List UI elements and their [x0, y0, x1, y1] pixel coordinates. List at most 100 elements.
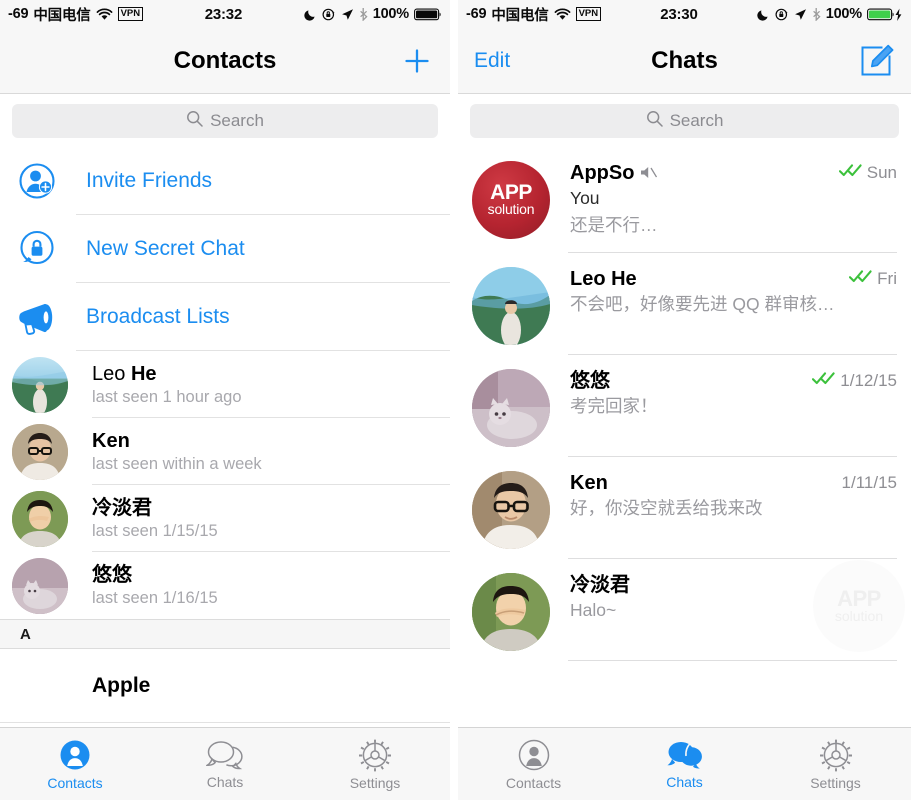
- action-new-secret-chat[interactable]: New Secret Chat: [0, 215, 450, 283]
- action-label: Broadcast Lists: [86, 305, 230, 328]
- contact-row-youyou[interactable]: 悠悠 last seen 1/16/15: [0, 552, 450, 619]
- chat-row-youyou[interactable]: 悠悠 1/12/15 考完回家！: [458, 355, 911, 457]
- status-bar-center-group: 23:32: [143, 6, 304, 23]
- tab-bar-right: Contacts Chats Settings: [458, 727, 911, 800]
- chat-body: 冷淡君 1/9/15 Halo~: [570, 573, 897, 661]
- chat-meta: 1/9/15: [821, 573, 897, 595]
- contact-status: last seen within a week: [92, 454, 262, 473]
- read-receipt-icon: [812, 371, 836, 391]
- chat-row-leo-he[interactable]: Leo He Fri 不会吧，好像要先进 QQ 群审核…: [458, 253, 911, 355]
- left-phone-contacts-screen: -69 中国电信 VPN 23:32 100% Contacts Search …: [0, 0, 450, 800]
- avatar: [472, 369, 550, 447]
- avatar: [12, 490, 68, 547]
- tab-chats[interactable]: Chats: [609, 739, 760, 790]
- chat-name: Leo He: [570, 268, 637, 290]
- chat-header: 悠悠 1/12/15: [570, 369, 897, 393]
- vpn-badge: VPN: [117, 7, 144, 21]
- add-contact-button[interactable]: [400, 44, 434, 78]
- chat-row-ken[interactable]: Ken 1/11/15 好，你没空就丢给我来改: [458, 457, 911, 559]
- avatar: [472, 573, 550, 651]
- contact-name: 冷淡君: [92, 496, 152, 519]
- megaphone-icon: [14, 299, 60, 335]
- gear-icon: [819, 739, 852, 771]
- lock-bubble-icon: [14, 229, 60, 269]
- contact-row-apple[interactable]: Apple: [0, 649, 450, 723]
- tab-label: Chats: [206, 773, 244, 790]
- mute-icon: [640, 161, 658, 185]
- chat-meta: Fri: [849, 267, 897, 289]
- avatar: [472, 471, 550, 549]
- page-title: Contacts: [173, 46, 277, 74]
- tab-contacts[interactable]: Contacts: [0, 738, 150, 791]
- read-receipt-icon: [849, 269, 873, 289]
- contact-row-ken[interactable]: Ken last seen within a week: [0, 418, 450, 485]
- chat-body: Leo He Fri 不会吧，好像要先进 QQ 群审核…: [570, 267, 897, 355]
- clock-time: 23:32: [204, 5, 243, 23]
- chat-spacer: [570, 318, 897, 341]
- read-receipt-icon: [821, 575, 846, 595]
- avatar: [12, 557, 68, 614]
- chat-spacer: [570, 522, 897, 545]
- battery-charging-icon: [867, 8, 903, 21]
- row-separator: [0, 722, 450, 723]
- search-container-chats: Search: [458, 94, 911, 147]
- chat-preview: 考完回家！: [570, 396, 658, 416]
- contact-status: last seen 1 hour ago: [92, 387, 242, 406]
- person-add-icon: [14, 161, 60, 201]
- search-input[interactable]: Search: [12, 104, 438, 138]
- carrier-name: 中国电信: [491, 7, 549, 24]
- clock-time: 23:30: [660, 5, 698, 23]
- contacts-list: Invite Friends New Secret Chat Broadcast…: [0, 147, 450, 723]
- chat-header: 冷淡君 1/9/15: [570, 573, 897, 597]
- battery-percent: 100%: [372, 6, 409, 22]
- tab-bar-left: Contacts Chats Settings: [0, 727, 450, 800]
- contact-name: Leo He: [92, 362, 157, 385]
- tab-settings[interactable]: Settings: [300, 738, 450, 791]
- chat-name: AppSo: [570, 162, 635, 184]
- chat-row-appso[interactable]: APP solution AppSo Sun You 还是不行…: [458, 147, 911, 253]
- search-icon: [646, 110, 663, 132]
- signal-rssi: -69: [8, 6, 29, 22]
- chat-row-lengdanjun[interactable]: 冷淡君 1/9/15 Halo~: [458, 559, 911, 661]
- battery-percent: 100%: [825, 6, 862, 22]
- appso-logo-line2: solution: [487, 201, 535, 217]
- search-placeholder: Search: [210, 111, 264, 130]
- location-arrow-icon: [341, 8, 354, 21]
- carrier-name: 中国电信: [33, 7, 91, 24]
- compose-button[interactable]: [859, 44, 895, 78]
- tab-settings[interactable]: Settings: [760, 738, 911, 791]
- contact-row-lengdanjun[interactable]: 冷淡君 last seen 1/15/15: [0, 485, 450, 552]
- chat-meta: 1/11/15: [842, 471, 897, 493]
- person-icon: [518, 739, 549, 770]
- search-icon: [186, 110, 203, 132]
- contact-row-leo-he[interactable]: Leo He last seen 1 hour ago: [0, 351, 450, 418]
- search-placeholder: Search: [669, 111, 724, 130]
- status-bar-right-group: 100%: [304, 6, 442, 22]
- status-bar-right: -69 中国电信 VPN 23:30 100%: [458, 0, 911, 28]
- nav-bar-chats: Edit Chats: [458, 28, 911, 94]
- action-invite-friends[interactable]: Invite Friends: [0, 147, 450, 215]
- search-input[interactable]: Search: [470, 104, 899, 138]
- tab-contacts[interactable]: Contacts: [458, 738, 609, 791]
- action-broadcast-lists[interactable]: Broadcast Lists: [0, 283, 450, 351]
- wifi-icon: [96, 7, 113, 21]
- chat-meta: Sun: [838, 161, 897, 183]
- signal-rssi: -69: [466, 6, 487, 22]
- edit-button[interactable]: Edit: [474, 49, 510, 73]
- plus-icon: [405, 48, 429, 73]
- chat-spacer: [570, 624, 897, 647]
- avatar: [12, 356, 68, 413]
- page-title: Chats: [651, 46, 718, 74]
- tab-label: Contacts: [505, 774, 562, 791]
- contact-status: last seen 1/16/15: [92, 588, 218, 607]
- tab-chats[interactable]: Chats: [150, 739, 300, 790]
- chats-list: APP solution AppSo Sun You 还是不行… Leo He …: [458, 147, 911, 661]
- contact-name: Apple: [92, 674, 151, 697]
- tab-label: Settings: [349, 774, 401, 791]
- bubbles-icon: [666, 741, 702, 769]
- chat-preview: 还是不行…: [570, 215, 658, 235]
- panel-divider: [450, 0, 458, 800]
- action-label: Invite Friends: [86, 169, 213, 192]
- gear-icon: [359, 739, 391, 771]
- chat-name: Ken: [570, 472, 608, 494]
